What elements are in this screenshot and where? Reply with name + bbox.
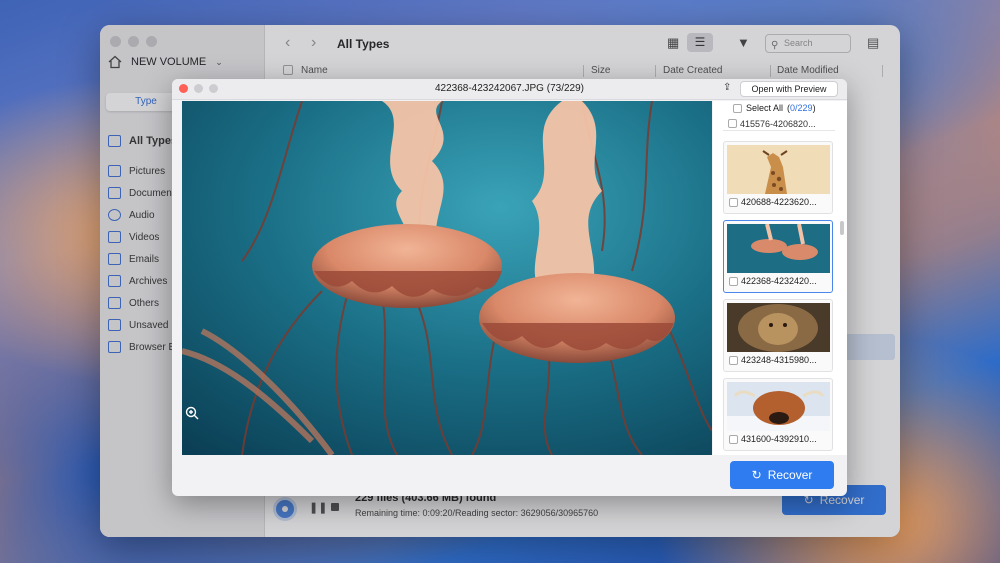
thumbnail-checkbox[interactable] xyxy=(729,276,738,286)
thumbnail-label: 423248-4315980... xyxy=(741,355,817,365)
share-icon[interactable]: ⇪ xyxy=(723,82,731,93)
zoom-in-icon[interactable] xyxy=(185,406,199,420)
thumbnail-checkbox[interactable] xyxy=(728,119,737,128)
thumbnail-checkbox[interactable] xyxy=(729,434,738,444)
thumbnail-item[interactable]: 420688-4223620... xyxy=(723,141,833,214)
thumbnail-item-selected[interactable]: 422368-4232420... xyxy=(723,220,833,293)
thumbnail-item[interactable]: 415576-4206820... xyxy=(723,117,835,131)
thumbnail-label: 422368-4232420... xyxy=(741,276,817,286)
select-all-row[interactable]: Select All (0/229) xyxy=(733,103,816,113)
dialog-recover-button[interactable]: ↻ Recover xyxy=(730,461,834,489)
thumbnail-label: 431600-4392910... xyxy=(741,434,817,444)
select-all-count-close: ) xyxy=(812,103,816,113)
recover-label: Recover xyxy=(767,468,813,482)
thumbnail-image-lion xyxy=(727,303,830,352)
select-all-checkbox[interactable] xyxy=(733,103,742,113)
thumbnail-caption: 423248-4315980... xyxy=(729,355,817,365)
thumbnail-checkbox[interactable] xyxy=(729,355,738,365)
thumbnail-item[interactable]: 423248-4315980... xyxy=(723,299,833,372)
thumbnail-caption: 431600-4392910... xyxy=(729,434,817,444)
thumbnail-caption: 420688-4223620... xyxy=(729,197,817,207)
thumbnail-panel: Select All (0/229) 415576-4206820... 420… xyxy=(713,101,847,455)
thumbnail-label: 420688-4223620... xyxy=(741,197,817,207)
thumbnail-item[interactable]: 431600-4392910... xyxy=(723,378,833,451)
thumbnail-label: 415576-4206820... xyxy=(740,118,816,129)
thumbnail-image-giraffe xyxy=(727,145,830,194)
thumbnail-scrollbar[interactable] xyxy=(840,221,844,235)
select-all-count: 0/229 xyxy=(790,103,813,113)
dialog-titlebar: 422368-423242067.JPG (73/229) ⇪ Open wit… xyxy=(172,79,847,100)
preview-image xyxy=(182,101,712,455)
refresh-icon: ↻ xyxy=(751,468,762,482)
thumbnail-image-jellyfish xyxy=(727,224,830,273)
select-all-count-wrapper: (0/229) xyxy=(787,103,816,113)
thumbnail-caption: 422368-4232420... xyxy=(729,276,817,286)
preview-dialog: 422368-423242067.JPG (73/229) ⇪ Open wit… xyxy=(172,79,847,496)
open-with-preview-button[interactable]: Open with Preview xyxy=(740,81,838,97)
thumbnail-checkbox[interactable] xyxy=(729,197,738,207)
thumbnail-image-highland-cow xyxy=(727,382,830,431)
select-all-label: Select All xyxy=(746,103,784,113)
thumbnail-list: 415576-4206820... 420688-4223620... 4223… xyxy=(723,117,835,457)
